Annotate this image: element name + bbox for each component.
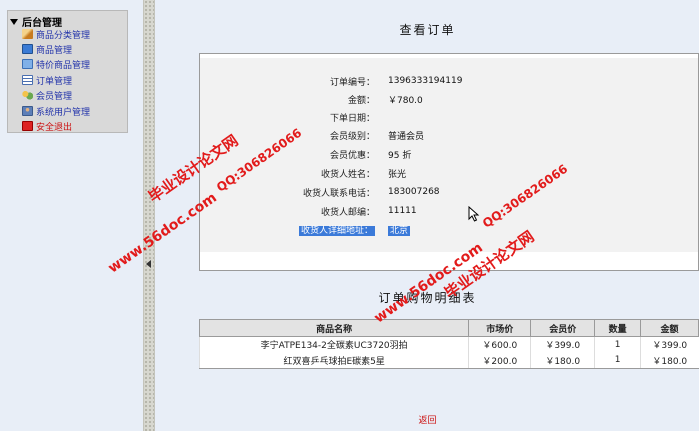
field-value: 11111 (388, 206, 417, 216)
field-value: 北京 (388, 225, 411, 236)
cell-product-name: 红双喜乒乓球拍E碳素5星 (198, 352, 469, 369)
page-title: 查看订单 (399, 23, 456, 37)
cell-quantity: 1 (594, 352, 641, 369)
nav-item-label: 系统用户管理 (36, 107, 91, 118)
field-label: 订单编号： (329, 77, 375, 88)
sidebar: 后台管理 商品分类管理 商品管理 特价商品管理 订单管理 会员管理 系统用户管理 (0, 0, 143, 431)
field-value: 普通会员 (388, 131, 425, 142)
nav-item-member-manage[interactable]: 会员管理 (22, 88, 72, 102)
nav-item-label: 会员管理 (36, 91, 73, 102)
edit-icon (22, 29, 33, 39)
cell-amount: ￥399.0 (640, 336, 699, 353)
field-receiver-address: 收货人详细地址： 北京 (200, 221, 699, 237)
cell-member-price: ￥180.0 (530, 352, 595, 369)
field-amount: 金额： ￥780.0 (200, 91, 699, 107)
back-link[interactable]: 返回 (156, 413, 699, 426)
nav-item-special-offer-manage[interactable]: 特价商品管理 (22, 57, 90, 71)
field-value: 张光 (388, 169, 407, 180)
nav-item-system-user-manage[interactable]: 系统用户管理 (22, 104, 90, 118)
table-row: 李宁ATPE134-2全碳素UC3720羽拍 ￥600.0 ￥399.0 1 ￥… (198, 336, 699, 353)
cell-market-price: ￥600.0 (468, 336, 531, 353)
field-label: 金额： (347, 95, 375, 106)
order-detail-table: 商品名称 市场价 会员价 数量 金额 李宁ATPE134-2全碳素UC3720羽… (198, 319, 699, 369)
special-offer-icon (22, 59, 33, 69)
field-value: ￥780.0 (388, 95, 423, 106)
cell-quantity: 1 (594, 336, 641, 353)
order-info-panel: 订单编号： 1396333194119 金额： ￥780.0 下单日期： 会员级… (199, 53, 699, 271)
table-header-row: 商品名称 市场价 会员价 数量 金额 (198, 319, 699, 337)
col-amount: 金额 (640, 319, 699, 337)
field-label: 收货人详细地址： (298, 225, 375, 236)
nav-item-label: 订单管理 (36, 76, 73, 87)
cell-amount: ￥180.0 (640, 352, 699, 369)
field-receiver-phone: 收货人联系电话： 183007268 (200, 184, 699, 200)
cell-market-price: ￥200.0 (468, 352, 531, 369)
collapse-left-icon[interactable] (146, 260, 151, 268)
cell-product-name: 李宁ATPE134-2全碳素UC3720羽拍 (198, 336, 469, 353)
logout-icon (22, 121, 33, 131)
nav-item-product-manage[interactable]: 商品管理 (22, 42, 72, 56)
nav-item-label: 商品分类管理 (36, 30, 91, 41)
frame-splitter[interactable] (143, 0, 155, 431)
nav-menu: 后台管理 商品分类管理 商品管理 特价商品管理 订单管理 会员管理 系统用户管理 (7, 10, 128, 133)
field-value: 183007268 (388, 187, 440, 197)
order-icon (22, 75, 33, 85)
cell-member-price: ￥399.0 (530, 336, 595, 353)
nav-item-order-manage[interactable]: 订单管理 (22, 73, 72, 87)
field-value: 95 折 (388, 150, 412, 161)
main-content: 查看订单 订单编号： 1396333194119 金额： ￥780.0 下单日期… (156, 0, 699, 431)
col-member-price: 会员价 (530, 319, 596, 337)
col-product-name: 商品名称 (198, 319, 470, 337)
field-order-number: 订单编号： 1396333194119 (200, 73, 699, 89)
field-label: 收货人邮编： (320, 207, 375, 218)
members-icon (22, 90, 33, 100)
nav-item-logout[interactable]: 安全退出 (22, 119, 72, 133)
nav-item-label: 商品管理 (36, 45, 73, 56)
nav-item-category-manage[interactable]: 商品分类管理 (22, 27, 90, 41)
field-value: 1396333194119 (388, 76, 463, 86)
nav-item-label: 特价商品管理 (36, 60, 91, 71)
field-receiver-zip: 收货人邮编： 11111 (200, 203, 699, 219)
col-quantity: 数量 (594, 319, 642, 337)
products-icon (22, 44, 33, 54)
field-order-date: 下单日期： (200, 109, 699, 125)
table-row: 红双喜乒乓球拍E碳素5星 ￥200.0 ￥180.0 1 ￥180.0 (198, 352, 699, 369)
mouse-cursor-icon (468, 206, 480, 222)
field-label: 下单日期： (329, 113, 375, 124)
field-receiver-name: 收货人姓名： 张光 (200, 165, 699, 181)
nav-item-label: 安全退出 (36, 122, 73, 133)
caret-down-icon (10, 18, 18, 25)
system-user-icon (22, 106, 33, 116)
col-market-price: 市场价 (468, 319, 532, 337)
